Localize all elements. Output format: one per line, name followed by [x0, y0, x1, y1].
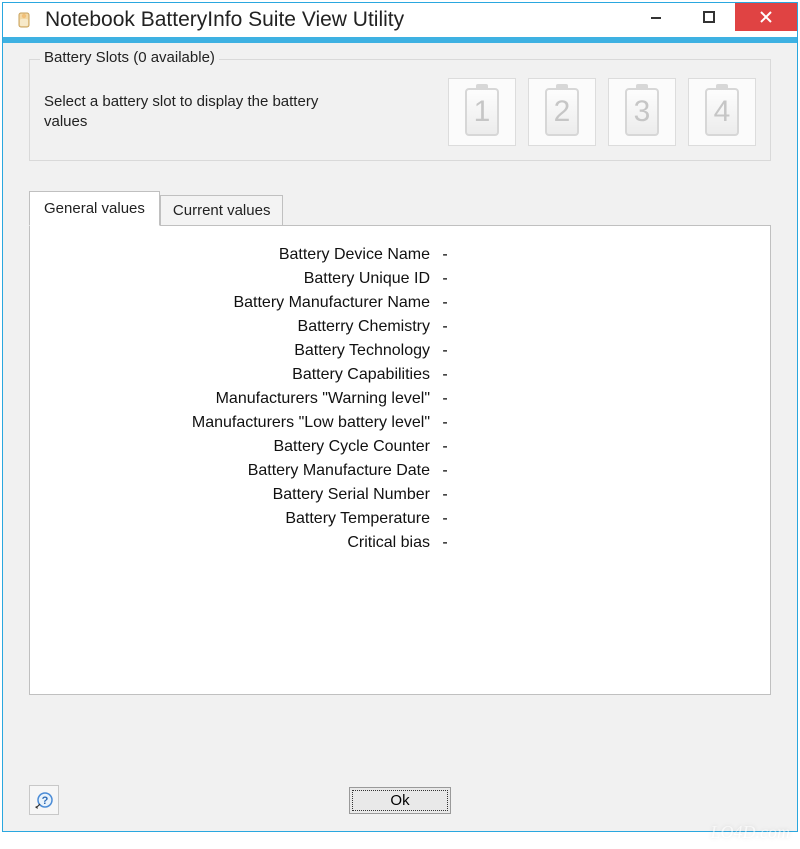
- kv-separator: -: [430, 414, 460, 432]
- kv-row: Batterry Chemistry-: [50, 318, 750, 336]
- kv-row: Battery Technology-: [50, 342, 750, 360]
- ok-button[interactable]: Ok: [349, 787, 450, 814]
- bottom-bar: ? Ok: [29, 785, 771, 815]
- client-area: Battery Slots (0 available) Select a bat…: [3, 43, 797, 831]
- titlebar-left: Notebook BatteryInfo Suite View Utility: [3, 8, 404, 32]
- kv-label: Battery Device Name: [50, 246, 430, 264]
- kv-separator: -: [430, 366, 460, 384]
- kv-row: Manufacturers "Warning level"-: [50, 390, 750, 408]
- tab-general-values[interactable]: General values: [29, 191, 160, 226]
- kv-separator: -: [430, 270, 460, 288]
- battery-slot-1[interactable]: 1: [448, 78, 516, 146]
- kv-separator: -: [430, 438, 460, 456]
- battery-slot-number: 3: [634, 95, 651, 129]
- tab-current-values[interactable]: Current values: [160, 195, 284, 225]
- kv-separator: -: [430, 246, 460, 264]
- general-values-list: Battery Device Name-Battery Unique ID-Ba…: [50, 246, 750, 552]
- battery-slot-number: 2: [554, 95, 571, 129]
- close-button[interactable]: [735, 3, 797, 31]
- kv-label: Battery Serial Number: [50, 486, 430, 504]
- kv-separator: -: [430, 486, 460, 504]
- kv-separator: -: [430, 294, 460, 312]
- minimize-button[interactable]: [631, 3, 683, 31]
- kv-label: Battery Cycle Counter: [50, 438, 430, 456]
- kv-row: Critical bias-: [50, 534, 750, 552]
- maximize-button[interactable]: [683, 3, 735, 31]
- titlebar: Notebook BatteryInfo Suite View Utility: [3, 3, 797, 43]
- kv-separator: -: [430, 510, 460, 528]
- kv-label: Manufacturers "Warning level": [50, 390, 430, 408]
- kv-label: Batterry Chemistry: [50, 318, 430, 336]
- kv-row: Battery Unique ID-: [50, 270, 750, 288]
- battery-slot-2[interactable]: 2: [528, 78, 596, 146]
- kv-label: Battery Manufacturer Name: [50, 294, 430, 312]
- window-controls: [631, 3, 797, 33]
- battery-slots-group: Battery Slots (0 available) Select a bat…: [29, 59, 771, 161]
- tab-panel-general: Battery Device Name-Battery Unique ID-Ba…: [29, 225, 771, 695]
- svg-text:?: ?: [42, 795, 49, 807]
- battery-slot-icons: 1 2 3 4: [448, 78, 756, 146]
- kv-separator: -: [430, 390, 460, 408]
- kv-label: Manufacturers "Low battery level": [50, 414, 430, 432]
- help-button[interactable]: ?: [29, 785, 59, 815]
- window-title: Notebook BatteryInfo Suite View Utility: [45, 8, 404, 32]
- kv-separator: -: [430, 462, 460, 480]
- kv-row: Battery Capabilities-: [50, 366, 750, 384]
- kv-label: Battery Temperature: [50, 510, 430, 528]
- tab-strip: General values Current values: [29, 191, 771, 225]
- kv-row: Battery Temperature-: [50, 510, 750, 528]
- battery-slot-number: 1: [474, 95, 491, 129]
- kv-label: Battery Unique ID: [50, 270, 430, 288]
- kv-row: Battery Device Name-: [50, 246, 750, 264]
- kv-row: Battery Manufacturer Name-: [50, 294, 750, 312]
- kv-separator: -: [430, 342, 460, 360]
- kv-label: Battery Capabilities: [50, 366, 430, 384]
- kv-separator: -: [430, 318, 460, 336]
- kv-label: Battery Technology: [50, 342, 430, 360]
- kv-label: Critical bias: [50, 534, 430, 552]
- kv-row: Manufacturers "Low battery level"-: [50, 414, 750, 432]
- kv-label: Battery Manufacture Date: [50, 462, 430, 480]
- battery-slot-number: 4: [714, 95, 731, 129]
- battery-slots-instruction: Select a battery slot to display the bat…: [44, 92, 324, 133]
- kv-separator: -: [430, 534, 460, 552]
- app-icon: [13, 9, 35, 31]
- battery-slot-4[interactable]: 4: [688, 78, 756, 146]
- battery-slot-3[interactable]: 3: [608, 78, 676, 146]
- app-window: Notebook BatteryInfo Suite View Utility …: [2, 2, 798, 832]
- tabs-area: General values Current values Battery De…: [29, 191, 771, 695]
- kv-row: Battery Cycle Counter-: [50, 438, 750, 456]
- battery-slots-row: Select a battery slot to display the bat…: [44, 78, 756, 146]
- battery-slots-legend: Battery Slots (0 available): [40, 49, 219, 66]
- kv-row: Battery Serial Number-: [50, 486, 750, 504]
- kv-row: Battery Manufacture Date-: [50, 462, 750, 480]
